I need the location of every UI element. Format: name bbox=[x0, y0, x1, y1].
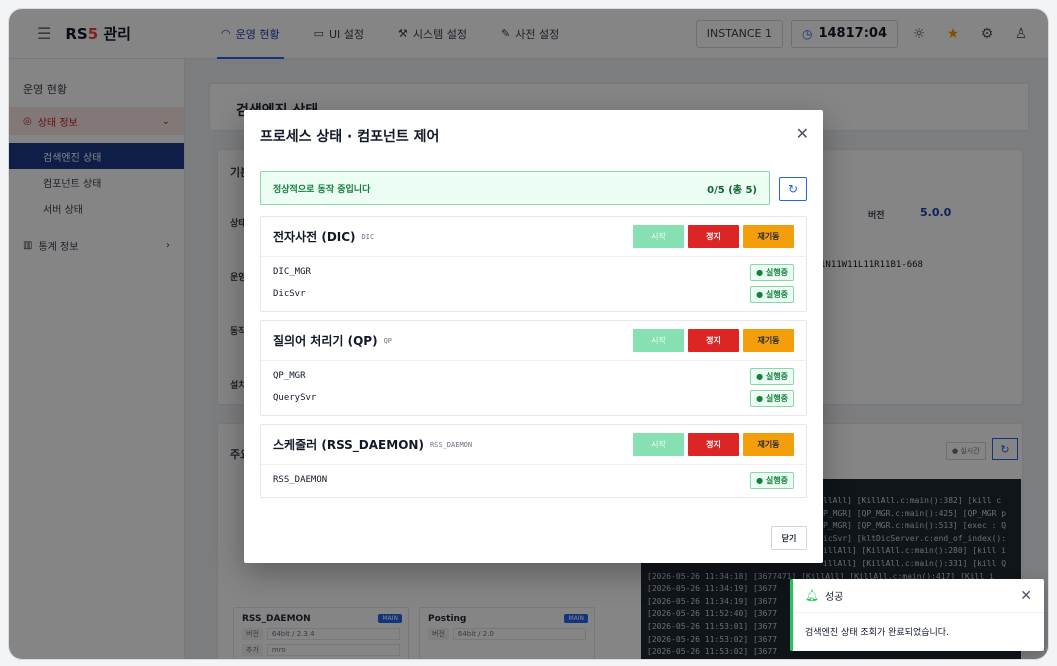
stop-button[interactable]: 정지 bbox=[688, 329, 739, 352]
stop-button[interactable]: 정지 bbox=[688, 433, 739, 456]
process-count: 0/5 (총 5) bbox=[707, 184, 757, 196]
process-group-dic: 전자사전 (DIC) DIC 시작 정지 재기동 DIC_MGR ● 실행중 DicSv… bbox=[260, 216, 807, 312]
process-row: DIC_MGR ● 실행중 bbox=[261, 261, 806, 283]
running-badge: ● 실행중 bbox=[750, 285, 794, 303]
toast-title: 성공 bbox=[824, 592, 844, 603]
start-button[interactable]: 시작 bbox=[633, 225, 684, 248]
running-badge: ● 실행중 bbox=[750, 263, 794, 281]
restart-button[interactable]: 재기동 bbox=[743, 329, 794, 352]
refresh-icon: ↻ bbox=[787, 182, 799, 196]
success-toast: 🔔︎ 성공 ✕ 검색엔진 상태 조회가 완료되었습니다. bbox=[790, 579, 1044, 651]
status-banner: 정상적으로 동작 중입니다 0/5 (총 5) bbox=[260, 171, 770, 205]
process-row: QuerySvr ● 실행중 bbox=[261, 387, 806, 409]
close-button[interactable]: 닫기 bbox=[771, 526, 807, 550]
toast-message: 검색엔진 상태 조회가 완료되었습니다. bbox=[805, 628, 949, 638]
close-icon[interactable]: ✕ bbox=[796, 124, 809, 143]
group-code: QP bbox=[383, 336, 392, 345]
start-button[interactable]: 시작 bbox=[633, 433, 684, 456]
process-control-modal: 프로세스 상태 · 컴포넌트 제어 ✕ 정상적으로 동작 중입니다 0/5 (총 … bbox=[244, 110, 823, 563]
stop-button[interactable]: 정지 bbox=[688, 225, 739, 248]
refresh-button[interactable]: ↻ bbox=[779, 177, 807, 201]
group-code: DIC bbox=[361, 232, 375, 241]
process-group-qp: 질의어 처리기 (QP) QP 시작 정지 재기동 QP_MGR ● 실행중 Query… bbox=[260, 320, 807, 416]
group-name: 스케줄러 (RSS_DAEMON) bbox=[273, 438, 424, 452]
process-row: QP_MGR ● 실행중 bbox=[261, 365, 806, 387]
process-row: DicSvr ● 실행중 bbox=[261, 283, 806, 305]
group-code: RSS_DAEMON bbox=[429, 440, 473, 449]
running-badge: ● 실행중 bbox=[750, 471, 794, 489]
restart-button[interactable]: 재기동 bbox=[743, 433, 794, 456]
process-row: RSS_DAEMON ● 실행중 bbox=[261, 469, 806, 491]
app-window: ☰ RS5 관리 ◠ 운영 현황 ▭ UI 설정 ⚒ 시스템 설정 ✎ 사전 설정 IN… bbox=[8, 8, 1049, 660]
restart-button[interactable]: 재기동 bbox=[743, 225, 794, 248]
group-name: 전자사전 (DIC) bbox=[273, 230, 356, 244]
running-badge: ● 실행중 bbox=[750, 367, 794, 385]
start-button[interactable]: 시작 bbox=[633, 329, 684, 352]
bell-icon: 🔔︎ bbox=[805, 589, 819, 602]
modal-title: 프로세스 상태 · 컴포넌트 제어 bbox=[260, 129, 440, 145]
close-icon[interactable]: ✕ bbox=[1020, 588, 1032, 604]
group-name: 질의어 처리기 (QP) bbox=[273, 334, 378, 348]
process-group-rss-daemon: 스케줄러 (RSS_DAEMON) RSS_DAEMON 시작 정지 재기동 RSS_… bbox=[260, 424, 807, 498]
running-badge: ● 실행중 bbox=[750, 389, 794, 407]
